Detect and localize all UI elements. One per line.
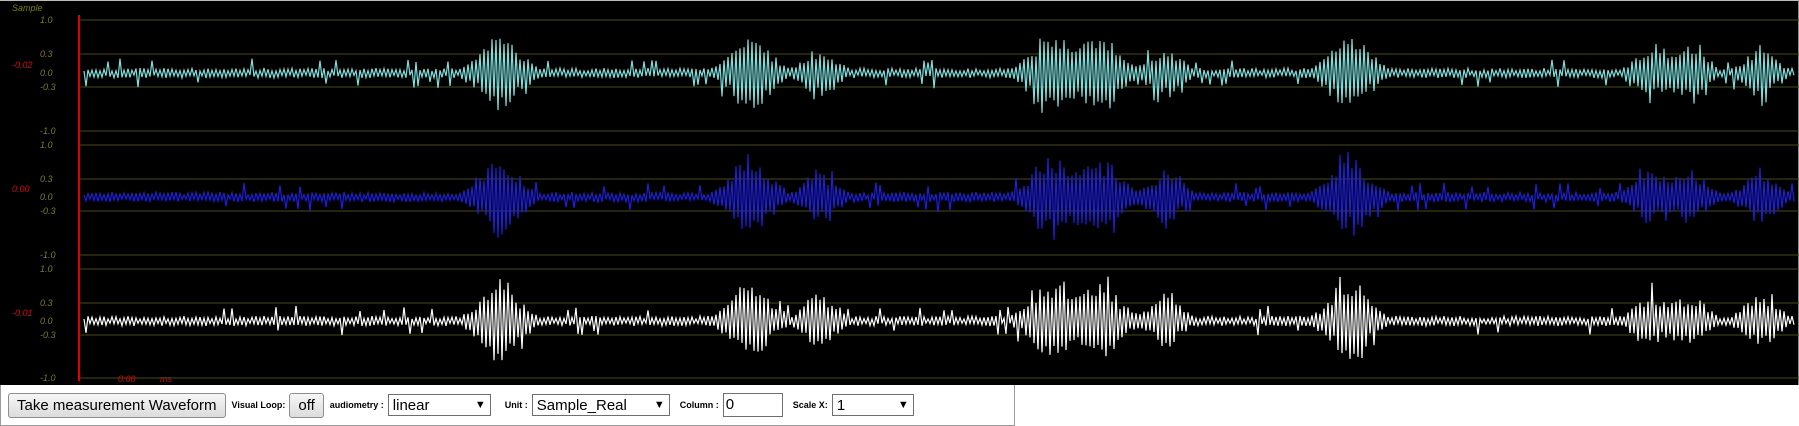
tick-label: -0.3 xyxy=(40,330,56,340)
cursor-unit-label: ms xyxy=(160,374,172,384)
unit-value: Sample_Real xyxy=(536,396,627,414)
toolbar: Take measurement Waveform Visual Loop: o… xyxy=(0,385,1015,426)
take-measurement-button[interactable]: Take measurement Waveform xyxy=(8,392,226,418)
tick-label: 0.0 xyxy=(40,316,53,326)
audiometry-value: linear xyxy=(392,396,430,414)
scale-x-select[interactable]: 1 ▼ xyxy=(831,394,914,416)
tick-label: 0.3 xyxy=(40,49,53,59)
column-label: Column : xyxy=(679,400,719,410)
tick-label: 0.3 xyxy=(40,174,53,184)
visual-loop-toggle[interactable]: off xyxy=(289,392,324,418)
visual-loop-label: Visual Loop: xyxy=(231,400,286,410)
column-input[interactable]: 0 xyxy=(722,393,783,417)
tick-label: -1.0 xyxy=(40,126,56,136)
waveform-canvas[interactable]: Sample 1.0 0.3 0.0 -0.3 -1.0 -0.02 1.0 0.3 0.0 -0.… xyxy=(0,1,1799,386)
waveform-scope[interactable]: Sample 1.0 0.3 0.0 -0.3 -1.0 -0.02 1.0 0.3 0.0 -0.… xyxy=(0,0,1799,385)
channel-offset-label: -0.01 xyxy=(12,308,33,318)
unit-select[interactable]: Sample_Real ▼ xyxy=(531,394,670,416)
tick-label: 1.0 xyxy=(40,140,53,150)
tick-label: 1.0 xyxy=(40,15,53,25)
chevron-down-icon: ▼ xyxy=(897,399,909,411)
channel-offset-label: -0.02 xyxy=(12,60,33,70)
tick-label: 0.0 xyxy=(40,192,53,202)
tick-label: -1.0 xyxy=(40,373,56,383)
scale-x-value: 1 xyxy=(836,396,846,414)
channel-2-waveform xyxy=(83,151,1795,240)
tick-label: 0.0 xyxy=(40,68,53,78)
unit-label: Unit : xyxy=(504,400,528,410)
tick-label: -0.3 xyxy=(40,82,56,92)
audiometry-select[interactable]: linear ▼ xyxy=(387,394,491,416)
tick-label: -1.0 xyxy=(40,250,56,260)
scale-x-label: Scale X: xyxy=(792,400,828,410)
scope-title: Sample xyxy=(12,3,43,13)
tick-label: 1.0 xyxy=(40,264,53,274)
chevron-down-icon: ▼ xyxy=(653,399,665,411)
channel-offset-label: 0.00 xyxy=(12,184,30,194)
audiometry-label: audiometry : xyxy=(329,400,384,410)
channel-3-waveform xyxy=(83,276,1795,361)
cursor-time-label: 0.00 xyxy=(118,374,136,384)
tick-label: 0.3 xyxy=(40,298,53,308)
tick-label: -0.3 xyxy=(40,206,56,216)
chevron-down-icon: ▼ xyxy=(474,399,486,411)
channel-1-waveform xyxy=(83,38,1795,113)
